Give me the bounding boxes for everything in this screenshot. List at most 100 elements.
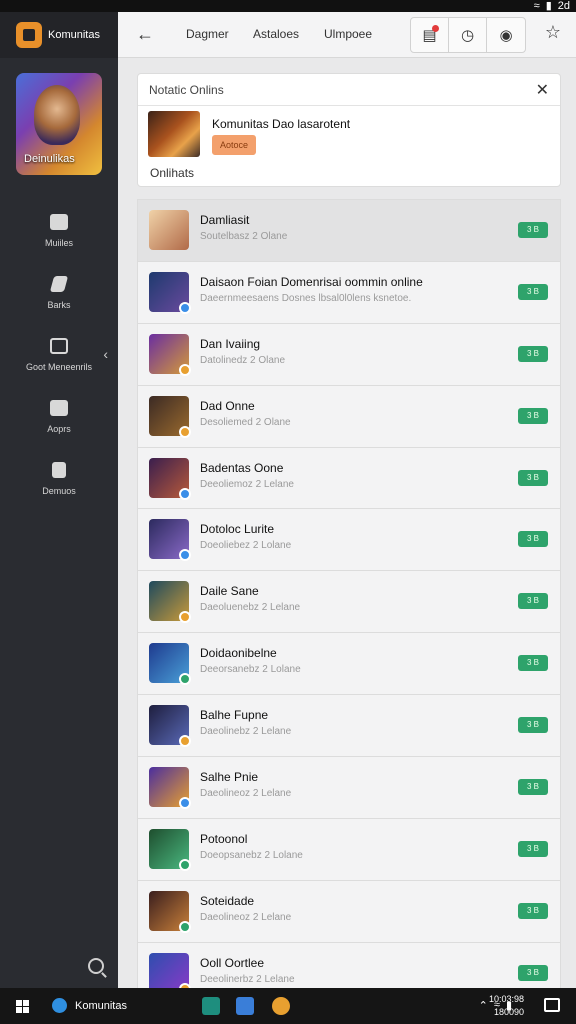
avatar (149, 767, 191, 810)
avatar (149, 210, 189, 250)
start-button[interactable] (16, 1000, 29, 1013)
list-item-title: Potoonol (200, 831, 248, 846)
settings-icon: ◉ (499, 27, 513, 44)
list-item-subtitle: Soutelbasz 2 Olane (200, 231, 288, 242)
featured-game-card[interactable]: Deinulikas (16, 73, 102, 175)
list-item-subtitle: Doeoliebez 2 Lolane (200, 540, 292, 552)
avatar (149, 828, 191, 871)
avatar (149, 333, 191, 376)
sidebar-item-label: Barks (47, 300, 71, 310)
avatar (149, 890, 191, 933)
taskbar-clock[interactable]: 10:03:98 180090 (489, 993, 524, 1019)
star-icon[interactable]: ☆ (545, 22, 561, 43)
sidebar-nav: Muiiles Barks Goot Meneenrils ‹ Aoprs De… (0, 200, 118, 510)
status-badge[interactable]: 3 B (518, 779, 548, 796)
sidebar-item-label: Demuos (42, 486, 76, 496)
back-arrow-icon[interactable]: ← (136, 24, 154, 45)
notification-action-button[interactable]: Aotoce (212, 135, 257, 155)
avatar (149, 581, 191, 624)
list-item-title: Dan Ivaiing (200, 336, 261, 351)
sidebar-item-barks[interactable]: Barks (0, 262, 118, 324)
avatar (149, 457, 191, 500)
list-item-title: Dotoloc Lurite (200, 522, 275, 537)
avatar-badge (179, 673, 191, 686)
notification-button[interactable]: ▤ (411, 18, 449, 52)
list-item-subtitle: Deeoliemoz 2 Lelane (200, 478, 294, 490)
pinned-app-icon[interactable] (202, 997, 220, 1015)
document-icon (52, 462, 66, 478)
brand-logo-icon (16, 22, 42, 48)
status-badge[interactable]: 3 B (518, 283, 548, 300)
list-item-subtitle: Deeorsanebz 2 Lolane (200, 664, 301, 676)
list-item[interactable]: Dotoloc Lurite Doeoliebez 2 Lolane 3 B (138, 509, 560, 572)
list-item-subtitle: Daeernmeesaens Dosnes lbsal0l0lens ksnet… (200, 292, 412, 304)
avatar (149, 271, 191, 314)
status-badge[interactable]: 3 B (518, 222, 548, 238)
sidebar-item-label: Goot Meneenrils (25, 362, 93, 372)
list-item[interactable]: Badentas Oone Deeoliemoz 2 Lelane 3 B (138, 448, 560, 510)
sidebar-item-goot-meneenrils[interactable]: Goot Meneenrils ‹ (0, 324, 118, 386)
list-item[interactable]: Daisaon Foian Domenrisai oommin online Da… (138, 262, 560, 324)
list-item[interactable]: Salhe Pnie Daeolineoz 2 Lelane 3 B (138, 757, 560, 819)
tab-astaloes[interactable]: Astaloes (253, 27, 299, 41)
list-item[interactable]: Doidaonibelne Deeorsanebz 2 Lolane 3 B (138, 633, 560, 696)
status-badge[interactable]: 3 B (518, 717, 548, 734)
list-item-subtitle: Doeopsanebz 2 Lolane (200, 849, 303, 861)
edit-icon (49, 276, 69, 292)
status-badge[interactable]: 3 B (518, 593, 548, 610)
clock-time: 10:03:98 (488, 994, 524, 1004)
status-badge[interactable]: 3 B (518, 531, 548, 548)
chevron-left-icon[interactable]: ‹ (103, 346, 108, 362)
list-item[interactable]: Balhe Fupne Daeolinebz 2 Lelane 3 B (138, 695, 560, 758)
chevron-up-icon[interactable]: ⌃ (479, 999, 488, 1012)
status-badge[interactable]: 3 B (518, 964, 548, 981)
status-badge[interactable]: 3 B (518, 345, 548, 362)
avatar-badge (179, 363, 191, 376)
status-badge[interactable]: 3 B (518, 840, 548, 857)
list-item-title: Doidaonibelne (200, 646, 277, 661)
sidebar-item-demuos[interactable]: Demuos (0, 448, 118, 510)
sidebar-item-muiiles[interactable]: Muiiles (0, 200, 118, 262)
clock-button[interactable]: ◷ (449, 18, 487, 52)
avatar (149, 395, 191, 438)
avatar (149, 643, 191, 686)
sidebar-item-label: Muiiles (44, 238, 73, 248)
tab-dagmer[interactable]: Dagmer (186, 27, 229, 41)
sidebar-item-aoprs[interactable]: Aoprs (0, 386, 118, 448)
taskbar-app-komunitas[interactable]: Komunitas (52, 998, 127, 1013)
status-badge[interactable]: 3 B (518, 469, 548, 486)
list-item[interactable]: Damliasit Soutelbasz 2 Olane 3 B (138, 200, 560, 262)
list-item-subtitle: Deeolinerbz 2 Lelane (200, 973, 295, 985)
list-item-title: Daisaon Foian Domenrisai oommin online (200, 274, 423, 289)
status-badge[interactable]: 3 B (518, 407, 548, 424)
status-badge[interactable]: 3 B (518, 655, 548, 672)
settings-button[interactable]: ◉ (487, 18, 525, 52)
list-item-subtitle: Daeolinebz 2 Lelane (200, 726, 292, 738)
notification-center-icon[interactable] (544, 998, 560, 1012)
list-item[interactable]: Soteidade Daeolineoz 2 Lelane 3 B (138, 881, 560, 943)
sidebar: Komunitas Deinulikas Muiiles Barks Goot … (0, 12, 118, 988)
tab-ulmpoee[interactable]: Ulmpoee (324, 27, 372, 41)
list-item[interactable]: Dad Onne Desoliemed 2 Olane 3 B (138, 386, 560, 448)
mail-icon (50, 400, 68, 416)
status-badge[interactable]: 3 B (518, 902, 548, 919)
home-icon (50, 214, 68, 230)
list-item-subtitle: Daeolineoz 2 Lelane (200, 788, 292, 800)
brand[interactable]: Komunitas (0, 12, 118, 58)
browser-icon[interactable] (272, 997, 290, 1015)
list-item-title: Soteidade (200, 893, 255, 908)
avatar-badge (179, 487, 191, 500)
featured-game-label: Deinulikas (24, 153, 75, 165)
close-icon[interactable]: ✕ (536, 80, 549, 100)
search-icon[interactable] (88, 958, 104, 974)
list-item-subtitle: Daeoluenebz 2 Lelane (200, 602, 301, 614)
sidebar-item-label: Aoprs (47, 424, 71, 434)
brand-name: Komunitas (48, 29, 100, 41)
status-time: 2d (557, 0, 570, 12)
list-item[interactable]: Dan Ivaiing Datolinedz 2 Olane 3 B (138, 324, 560, 386)
list-item-subtitle: Desoliemed 2 Olane (200, 416, 291, 428)
list-item-title: Ooll Oortlee (200, 955, 265, 970)
list-item[interactable]: Daile Sane Daeoluenebz 2 Lelane 3 B (138, 571, 560, 634)
list-item[interactable]: Potoonol Doeopsanebz 2 Lolane 3 B (138, 819, 560, 881)
pinned-app-icon[interactable] (236, 997, 254, 1015)
